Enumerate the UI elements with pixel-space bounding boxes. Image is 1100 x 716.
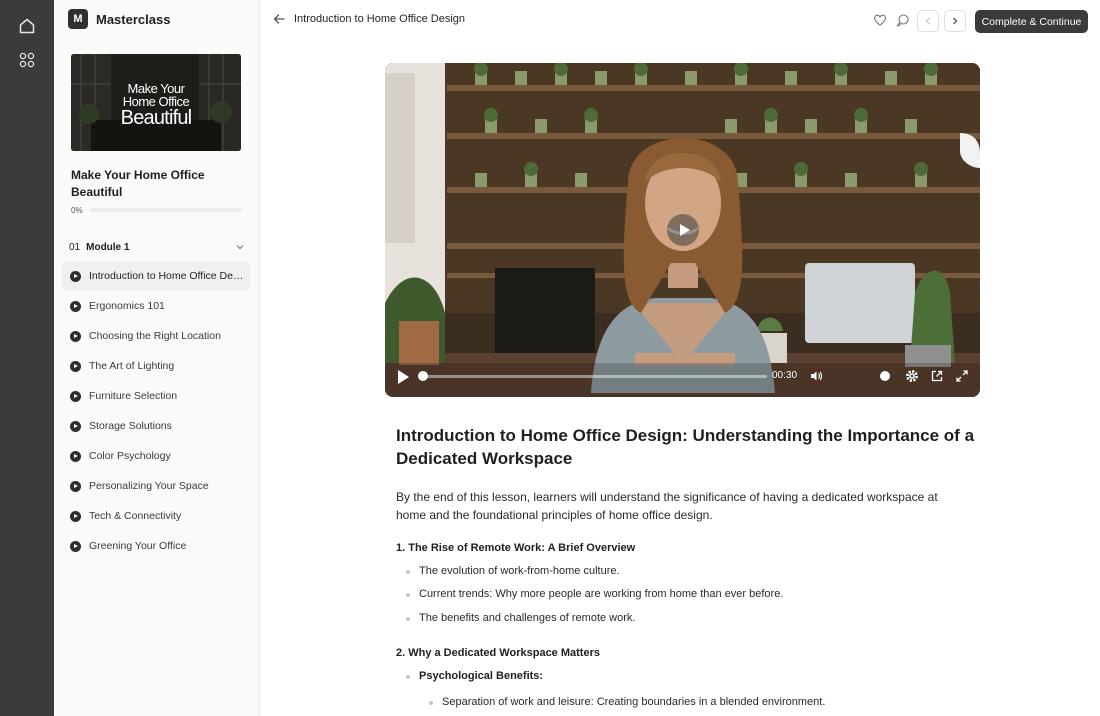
progress-bar — [90, 208, 242, 212]
thumbnail-text: Make Your Home Office Beautiful — [71, 82, 241, 128]
thumbnail-line: Beautiful — [120, 107, 192, 129]
list-item: The evolution of work-from-home culture. — [406, 565, 620, 577]
play-circle-icon — [70, 330, 81, 342]
article-title: Introduction to Home Office Design: Unde… — [396, 426, 975, 468]
video-player[interactable]: 00:30 — [385, 63, 980, 397]
lesson-label: The Art of Lighting — [89, 360, 175, 372]
play-circle-icon — [70, 270, 81, 282]
lesson-item[interactable]: Personalizing Your Space — [62, 472, 250, 500]
play-circle-icon — [70, 510, 81, 522]
course-sidebar: M Masterclass Make Your Home Office Beau… — [54, 0, 260, 716]
chevron-down-icon — [236, 245, 244, 250]
video-time: 00:30 — [772, 370, 798, 381]
lesson-label: Tech & Connectivity — [89, 510, 182, 522]
app-rail — [0, 0, 54, 716]
list-item: The benefits and challenges of remote wo… — [405, 612, 636, 624]
lesson-item[interactable]: Introduction to Home Office Design — [62, 262, 250, 290]
section-heading: 2. Why a Dedicated Workspace Matters — [396, 647, 600, 659]
previous-lesson-button[interactable] — [917, 10, 939, 32]
lesson-item[interactable]: Furniture Selection — [62, 382, 250, 410]
settings-icon[interactable] — [905, 369, 919, 383]
lesson-item[interactable]: The Art of Lighting — [62, 352, 250, 380]
chevron-left-icon — [925, 17, 930, 25]
play-circle-icon — [70, 450, 81, 462]
scrub-handle[interactable] — [418, 371, 428, 381]
lesson-topbar: Introduction to Home Office Design Compl… — [260, 0, 1100, 42]
home-icon[interactable] — [15, 14, 39, 38]
list-item: Psychological Benefits: — [405, 670, 544, 682]
lesson-item[interactable]: Color Psychology — [62, 442, 250, 470]
module-header[interactable]: 01 Module 1 — [69, 240, 245, 254]
play-circle-icon — [70, 540, 81, 552]
volume-handle[interactable] — [880, 371, 891, 381]
lesson-item[interactable]: Choosing the Right Location — [62, 322, 250, 350]
play-circle-icon — [70, 390, 81, 402]
brand-name: Masterclass — [96, 11, 171, 27]
big-play-button[interactable] — [667, 214, 699, 246]
progress-label: 0% — [71, 206, 83, 215]
play-circle-icon — [70, 300, 81, 312]
lesson-label: Greening Your Office — [89, 540, 187, 552]
grid-icon[interactable] — [15, 48, 39, 72]
lesson-label: Storage Solutions — [89, 420, 172, 432]
volume-icon[interactable] — [809, 369, 823, 383]
play-icon[interactable] — [398, 370, 409, 384]
list-item: Separation of work and leisure: Creating… — [428, 696, 826, 708]
lesson-label: Color Psychology — [89, 450, 171, 462]
brand-logo: M — [68, 9, 88, 29]
course-title: Make Your Home Office Beautiful — [71, 168, 205, 199]
fullscreen-icon[interactable] — [955, 369, 969, 383]
lesson-item[interactable]: Ergonomics 101 — [62, 292, 250, 320]
list-item: Current trends: Why more people are work… — [405, 588, 784, 600]
scrub-bar[interactable] — [421, 375, 767, 378]
lesson-label: Personalizing Your Space — [89, 480, 209, 492]
lesson-item[interactable]: Storage Solutions — [62, 412, 250, 440]
module-name: Module 1 — [86, 241, 130, 253]
lesson-label: Introduction to Home Office Design — [89, 270, 247, 282]
play-circle-icon — [70, 360, 81, 372]
course-thumbnail[interactable]: Make Your Home Office Beautiful — [71, 54, 241, 151]
lesson-item[interactable]: Tech & Connectivity — [62, 502, 250, 530]
lesson-label: Furniture Selection — [89, 390, 178, 402]
play-circle-icon — [70, 480, 81, 492]
brand[interactable]: M Masterclass — [68, 9, 170, 29]
arrow-left-icon[interactable] — [272, 12, 286, 26]
next-lesson-button[interactable] — [944, 10, 966, 32]
lesson-label: Choosing the Right Location — [89, 330, 221, 342]
complete-continue-button[interactable]: Complete & Continue — [975, 10, 1088, 33]
play-circle-icon — [70, 420, 81, 432]
heart-icon[interactable] — [872, 12, 888, 28]
lesson-item[interactable]: Greening Your Office — [62, 532, 250, 560]
chevron-right-icon — [953, 17, 958, 25]
lesson-content: Introduction to Home Office Design: Unde… — [396, 424, 976, 708]
video-controls: 00:30 — [385, 361, 980, 397]
chat-icon[interactable] — [894, 12, 910, 28]
external-link-icon[interactable] — [930, 369, 944, 383]
section-heading: 1. The Rise of Remote Work: A Brief Over… — [396, 542, 636, 554]
article-intro: By the end of this lesson, learners will… — [396, 490, 938, 522]
lesson-label: Ergonomics 101 — [89, 300, 165, 312]
lesson-title: Introduction to Home Office Design — [294, 13, 465, 25]
module-number: 01 — [69, 241, 81, 253]
